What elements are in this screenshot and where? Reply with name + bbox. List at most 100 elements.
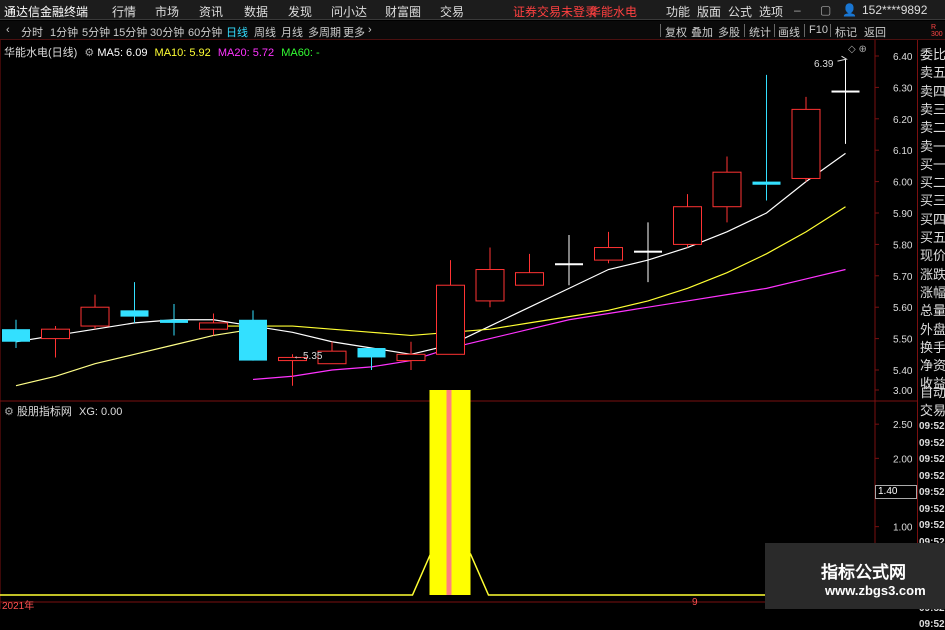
quote-label[interactable]: 买五 <box>920 231 945 245</box>
tab-weekly[interactable]: 周线 <box>254 24 276 40</box>
candle-body <box>41 328 70 340</box>
high-price-label: 6.39 <box>814 59 834 70</box>
menu-bar: 通达信金融终端 行情 市场 资讯 数据 发现 问小达 财富圈 交易 证券交易未登… <box>0 0 945 20</box>
candle-body <box>80 306 110 327</box>
y-tick-label: 6.10 <box>893 146 913 157</box>
menu-item-discover[interactable]: 发现 <box>288 3 312 20</box>
tab-15min[interactable]: 15分钟 <box>113 24 147 40</box>
tool-mark[interactable]: 标记 <box>835 24 857 40</box>
sub-y-tick-label: 1.00 <box>893 523 913 534</box>
candle-body <box>239 319 267 361</box>
settings-icon[interactable]: ⚙ <box>4 406 14 418</box>
y-tick-label: 5.90 <box>893 209 913 220</box>
y-tick-label: 6.30 <box>893 83 913 94</box>
menu-item-data[interactable]: 数据 <box>244 3 268 20</box>
candle-body <box>515 272 544 286</box>
quote-label[interactable]: 卖一 <box>920 139 945 154</box>
tab-daily[interactable]: 日线 <box>226 24 248 40</box>
x-axis-start: 2021年 <box>2 601 35 612</box>
candle-body <box>831 90 860 93</box>
quote-label[interactable]: 卖五 <box>920 66 945 80</box>
candle-body <box>436 284 465 355</box>
trade-label[interactable]: 自动 <box>920 386 945 400</box>
quote-label[interactable]: 总量 <box>920 304 945 318</box>
menu-item-wealth[interactable]: 财富圈 <box>385 3 421 20</box>
ma10-label: MA10: 5.92 <box>154 47 211 59</box>
panel-tag: R 300 <box>931 24 943 38</box>
y-tick-label: 5.70 <box>893 272 913 283</box>
menu-item-trade[interactable]: 交易 <box>440 3 464 20</box>
tool-stats[interactable]: 统计 <box>749 24 771 40</box>
tab-5min[interactable]: 5分钟 <box>82 24 110 40</box>
tab-30min[interactable]: 30分钟 <box>150 24 184 40</box>
diamond-icon[interactable]: ◇ ⊕ <box>848 44 867 55</box>
quote-label[interactable]: 涨幅 <box>920 285 945 300</box>
ma5-label: MA5: 6.09 <box>97 47 148 59</box>
candle-body <box>634 250 662 253</box>
quote-label[interactable]: 卖二 <box>920 121 945 135</box>
quote-label[interactable]: 换手 <box>920 340 945 355</box>
menu-item-options[interactable]: 选项 <box>759 3 783 20</box>
menu-item-market[interactable]: 市场 <box>155 3 179 20</box>
quote-label[interactable]: 净资 <box>920 359 945 373</box>
login-notice[interactable]: 证券交易未登录 <box>513 3 597 20</box>
candle-body <box>120 310 149 317</box>
main-chart-header: 华能水电(日线) ⚙ MA5: 6.09 MA10: 5.92 MA20: 5.… <box>4 44 320 60</box>
watermark-title: 指标公式网 <box>821 563 906 582</box>
tool-adjust[interactable]: 复权 <box>665 24 687 40</box>
menu-item-quotes[interactable]: 行情 <box>112 3 136 20</box>
menu-item-layout[interactable]: 版面 <box>697 3 721 20</box>
user-account[interactable]: 152****9892 <box>862 3 927 17</box>
tool-draw[interactable]: 画线 <box>778 24 800 40</box>
period-toolbar: ‹ 分时 1分钟 5分钟 15分钟 30分钟 60分钟 日线 周线 月线 多周期… <box>0 21 945 40</box>
restore-icon[interactable]: ▢ <box>820 3 831 17</box>
tab-intraday[interactable]: 分时 <box>21 24 43 40</box>
tick-time: 09:52 <box>919 487 945 498</box>
minimize-icon[interactable]: – <box>794 3 801 17</box>
tab-multi-period[interactable]: 多周期 <box>308 24 341 40</box>
tool-multi-stock[interactable]: 多股 <box>718 24 740 40</box>
ma20-label: MA20: 5.72 <box>217 47 275 59</box>
quote-label[interactable]: 外盘 <box>920 322 945 337</box>
menu-item-ask[interactable]: 问小达 <box>331 3 367 20</box>
quote-label[interactable]: 买一 <box>920 157 945 172</box>
tick-time: 09:52 <box>919 619 945 630</box>
tool-back[interactable]: 返回 <box>864 24 886 40</box>
sub-y-tick-label: 2.50 <box>893 420 913 431</box>
candle-body <box>791 108 821 179</box>
menu-item-news[interactable]: 资讯 <box>199 3 223 20</box>
tab-60min[interactable]: 60分钟 <box>188 24 222 40</box>
quote-panel: R 300 委比卖五卖四卖三卖二卖一买一买二买三买四买五现价涨跌涨幅总量外盘换手净… <box>917 24 945 630</box>
quote-label[interactable]: 卖四 <box>920 84 945 99</box>
tool-overlay[interactable]: 叠加 <box>691 24 713 40</box>
quote-label[interactable]: 买三 <box>920 194 945 208</box>
quote-label[interactable]: 涨跌 <box>920 267 945 282</box>
scroll-left-icon[interactable]: ‹ <box>6 24 10 36</box>
tab-more[interactable]: 更多 <box>343 24 365 40</box>
tab-1min[interactable]: 1分钟 <box>50 24 78 40</box>
tick-time: 09:52 <box>919 503 945 515</box>
tick-time: 09:52 <box>919 437 945 449</box>
menu-item-formula[interactable]: 公式 <box>728 3 752 20</box>
quote-label[interactable]: 委比 <box>920 48 945 62</box>
sub-chart-header: ⚙ 股朋指标网 XG: 0.00 <box>4 403 122 419</box>
chevron-right-icon[interactable]: › <box>368 24 372 36</box>
menu-item-function[interactable]: 功能 <box>666 3 690 20</box>
indicator-title: 股朋指标网 <box>16 406 72 418</box>
quote-label[interactable]: 买二 <box>920 176 945 190</box>
tab-monthly[interactable]: 月线 <box>281 24 303 40</box>
quote-label[interactable]: 现价 <box>920 249 945 263</box>
tool-f10[interactable]: F10 <box>809 24 828 36</box>
user-icon[interactable]: 👤 <box>842 3 857 17</box>
kline-chart[interactable]: 6.40 6.30 6.20 6.10 6.00 5.90 5.80 5.70 5.60 5.50… <box>0 40 917 609</box>
trade-label[interactable]: 交易 <box>920 404 945 418</box>
quote-label[interactable]: 买四 <box>920 212 945 227</box>
tick-time: 09:52 <box>919 470 945 482</box>
settings-icon[interactable]: ⚙ <box>84 47 94 59</box>
candle-body <box>199 322 228 330</box>
app-title: 通达信金融终端 <box>4 5 89 19</box>
low-price-label: ←5.35 <box>293 351 323 362</box>
y-tick-label: 5.40 <box>893 366 913 377</box>
quote-label[interactable]: 卖三 <box>920 102 945 117</box>
candle-body <box>752 181 781 185</box>
